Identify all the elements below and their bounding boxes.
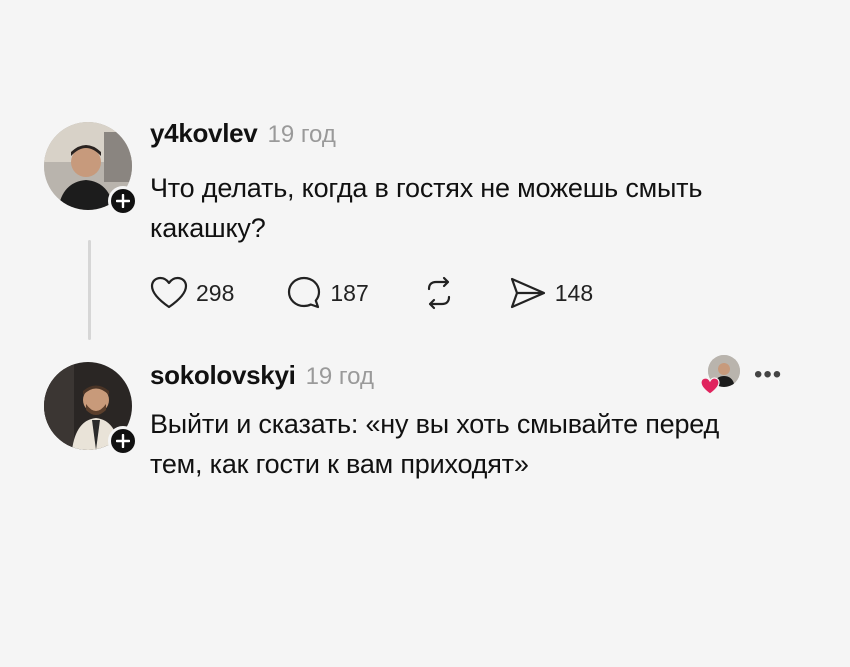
- reply-time: 19 год: [305, 363, 374, 390]
- repost-button[interactable]: [421, 275, 457, 311]
- post-header: y4kovlev 19 год: [150, 118, 336, 149]
- plus-icon: [116, 434, 130, 448]
- post-text-line: какашку?: [150, 213, 266, 243]
- post-text: Что делать, когда в гостях не можешь смы…: [150, 168, 702, 248]
- follow-button[interactable]: [108, 186, 138, 216]
- repost-icon: [427, 276, 450, 310]
- post-actions: 298 187 148: [150, 275, 593, 311]
- comment-bubble-icon: [288, 276, 321, 309]
- heart-icon: [150, 276, 188, 309]
- post-text-line: Что делать, когда в гостях не можешь смы…: [150, 173, 703, 203]
- follow-button[interactable]: [108, 426, 138, 456]
- liked-by-author-heart-icon: [700, 377, 720, 395]
- comment-count: 187: [330, 279, 369, 306]
- reply-tools: •••: [700, 355, 782, 395]
- reply-text: Выйти и сказать: «ну вы хоть смывайте пе…: [150, 404, 719, 484]
- share-button[interactable]: 148: [509, 276, 593, 310]
- reply-avatar[interactable]: [44, 362, 138, 456]
- plus-icon: [116, 194, 130, 208]
- share-count: 148: [554, 279, 594, 306]
- more-options-icon[interactable]: •••: [754, 361, 782, 389]
- post-username[interactable]: y4kovlev: [150, 118, 258, 149]
- reply-text-line: Выйти и сказать: «ну вы хоть смывайте пе…: [150, 409, 720, 439]
- liked-by-author[interactable]: [700, 355, 740, 395]
- reply-text-line: тем, как гости к вам приходят»: [150, 449, 529, 479]
- like-button[interactable]: 298: [150, 276, 234, 310]
- reply-username[interactable]: sokolovskyi: [150, 360, 296, 391]
- thread-line: [88, 240, 91, 340]
- comment-button[interactable]: 187: [286, 275, 369, 311]
- post-time: 19 год: [267, 121, 336, 148]
- like-count: 298: [196, 279, 235, 306]
- post-avatar[interactable]: [44, 122, 138, 216]
- send-icon: [510, 277, 545, 309]
- reply-header: sokolovskyi 19 год: [150, 360, 374, 391]
